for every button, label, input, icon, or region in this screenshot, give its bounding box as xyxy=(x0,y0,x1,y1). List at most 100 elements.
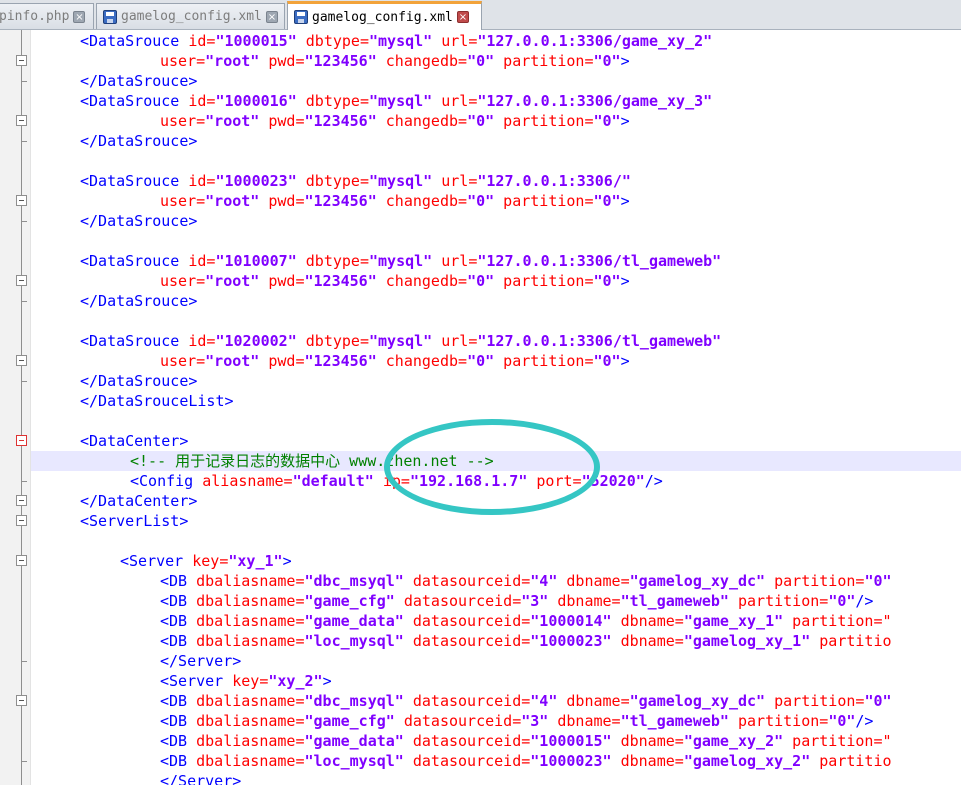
code-token: "127.0.0.1:3306/tl_gameweb" xyxy=(477,332,722,350)
code-line[interactable]: <DataSrouce id="1010007" dbtype="mysql" … xyxy=(31,251,721,271)
code-line[interactable]: <DataSrouce id="1000016" dbtype="mysql" … xyxy=(31,91,712,111)
fold-guide xyxy=(21,301,27,302)
code-token: "mysql" xyxy=(369,332,433,350)
code-token: "0" xyxy=(593,112,621,130)
code-line[interactable]: <DataCenter> xyxy=(31,431,188,451)
code-token: datasourceid= xyxy=(394,592,522,610)
code-token: <DataSrouce xyxy=(80,252,180,270)
code-token: user= xyxy=(160,192,206,210)
code-token: "loc_mysql" xyxy=(304,632,404,650)
code-line[interactable]: </Server> xyxy=(31,771,241,785)
code-token: datasourceid= xyxy=(403,632,531,650)
fold-minus-icon[interactable] xyxy=(16,495,27,506)
code-token: aliasname= xyxy=(193,472,293,490)
code-token: <Server xyxy=(160,672,224,690)
tab-gamelog-config-1[interactable]: gamelog_config.xml × xyxy=(96,3,285,29)
tab-gamelog-config-2[interactable]: gamelog_config.xml × xyxy=(287,1,482,30)
fold-minus-icon[interactable] xyxy=(16,555,27,566)
code-token: "gamelog_xy_dc" xyxy=(629,572,766,590)
fold-minus-icon[interactable] xyxy=(16,275,27,286)
code-line[interactable]: </Server> xyxy=(31,651,241,671)
code-line[interactable]: <DB dbaliasname="dbc_msyql" datasourceid… xyxy=(31,571,892,591)
fold-guide xyxy=(21,381,27,382)
code-line[interactable]: <DB dbaliasname="game_data" datasourceid… xyxy=(31,731,892,751)
code-token: "mysql" xyxy=(369,172,433,190)
code-token: <DB xyxy=(160,692,188,710)
code-token: pwd= xyxy=(259,352,305,370)
code-line[interactable]: <DB dbaliasname="game_data" datasourceid… xyxy=(31,611,892,631)
code-line[interactable] xyxy=(31,151,40,171)
code-token: "default" xyxy=(292,472,374,490)
code-token: dbname= xyxy=(548,592,621,610)
code-line[interactable]: <Server key="xy_2"> xyxy=(31,671,332,691)
code-token: changedb= xyxy=(376,272,468,290)
code-line[interactable]: </DataCenter> xyxy=(31,491,197,511)
code-editor[interactable]: <DataSrouce id="1000015" dbtype="mysql" … xyxy=(31,30,961,785)
code-line[interactable]: </DataSrouce> xyxy=(31,131,197,151)
code-line[interactable]: <Server key="xy_1"> xyxy=(31,551,292,571)
code-line[interactable]: user="root" pwd="123456" changedb="0" pa… xyxy=(31,111,630,131)
fold-minus-icon[interactable] xyxy=(16,695,27,706)
code-line[interactable]: <DB dbaliasname="dbc_msyql" datasourceid… xyxy=(31,691,892,711)
fold-minus-icon[interactable] xyxy=(16,515,27,526)
code-token: </DataSrouce> xyxy=(80,292,198,310)
code-token: > xyxy=(620,352,630,370)
code-line[interactable]: user="root" pwd="123456" changedb="0" pa… xyxy=(31,351,630,371)
code-line[interactable]: </DataSrouce> xyxy=(31,371,197,391)
code-token: port= xyxy=(527,472,582,490)
code-line[interactable] xyxy=(31,311,40,331)
code-line[interactable]: <DB dbaliasname="game_cfg" datasourceid=… xyxy=(31,591,873,611)
code-token: dbtype= xyxy=(296,32,369,50)
code-line[interactable]: <!-- 用于记录日志的数据中心 www.zhen.net --> xyxy=(31,451,961,471)
code-token: "1000014" xyxy=(530,612,612,630)
code-token: "123456" xyxy=(304,52,377,70)
code-token: "0" xyxy=(864,692,892,710)
tab-pinfo-php[interactable]: pinfo.php × xyxy=(0,3,94,29)
code-token: key= xyxy=(183,552,229,570)
code-token: "0" xyxy=(864,572,892,590)
code-line[interactable] xyxy=(31,531,40,551)
code-token: datasourceid= xyxy=(403,572,531,590)
code-token: "127.0.0.1:3306/game_xy_3" xyxy=(477,92,713,110)
code-token: "tl_gameweb" xyxy=(620,712,729,730)
code-line[interactable]: <Config aliasname="default" ip="192.168.… xyxy=(31,471,663,491)
code-line[interactable]: <DB dbaliasname="loc_mysql" datasourceid… xyxy=(31,631,892,651)
code-token: "1020002" xyxy=(215,332,297,350)
code-line[interactable]: <DB dbaliasname="loc_mysql" datasourceid… xyxy=(31,751,892,771)
code-token: "0" xyxy=(467,112,495,130)
code-line[interactable] xyxy=(31,411,40,431)
fold-minus-icon[interactable] xyxy=(16,115,27,126)
close-icon[interactable]: × xyxy=(73,10,86,23)
code-token: dbtype= xyxy=(296,332,369,350)
fold-minus-icon[interactable] xyxy=(16,355,27,366)
code-token: changedb= xyxy=(376,192,468,210)
close-icon[interactable]: × xyxy=(456,11,469,23)
code-token: url= xyxy=(432,92,478,110)
code-token: "1000015" xyxy=(530,732,612,750)
fold-guide xyxy=(21,81,27,82)
code-line[interactable]: user="root" pwd="123456" changedb="0" pa… xyxy=(31,271,630,291)
fold-minus-icon[interactable] xyxy=(16,195,27,206)
code-line[interactable]: </DataSrouce> xyxy=(31,211,197,231)
code-line[interactable]: <ServerList> xyxy=(31,511,188,531)
close-icon[interactable]: × xyxy=(265,10,278,23)
code-line[interactable]: <DataSrouce id="1000015" dbtype="mysql" … xyxy=(31,31,712,51)
code-line[interactable]: </DataSrouce> xyxy=(31,291,197,311)
code-line[interactable]: <DataSrouce id="1020002" dbtype="mysql" … xyxy=(31,331,721,351)
code-line[interactable]: </DataSrouce> xyxy=(31,71,197,91)
code-token: "game_cfg" xyxy=(304,712,395,730)
code-line[interactable]: <DB dbaliasname="game_cfg" datasourceid=… xyxy=(31,711,873,731)
code-token: dbaliasname= xyxy=(187,732,305,750)
fold-minus-icon[interactable] xyxy=(16,55,27,66)
code-line[interactable]: user="root" pwd="123456" changedb="0" pa… xyxy=(31,191,630,211)
code-token: <DataCenter> xyxy=(80,432,189,450)
code-line[interactable]: user="root" pwd="123456" changedb="0" pa… xyxy=(31,51,630,71)
code-line[interactable]: <DataSrouce id="1000023" dbtype="mysql" … xyxy=(31,171,631,191)
code-line[interactable] xyxy=(31,231,40,251)
code-token: "root" xyxy=(205,52,260,70)
fold-minus-icon[interactable] xyxy=(16,435,27,446)
code-line[interactable]: </DataSrouceList> xyxy=(31,391,234,411)
code-token: partition= xyxy=(494,112,594,130)
tab-label: gamelog_config.xml xyxy=(312,9,453,25)
code-token: id= xyxy=(179,332,216,350)
